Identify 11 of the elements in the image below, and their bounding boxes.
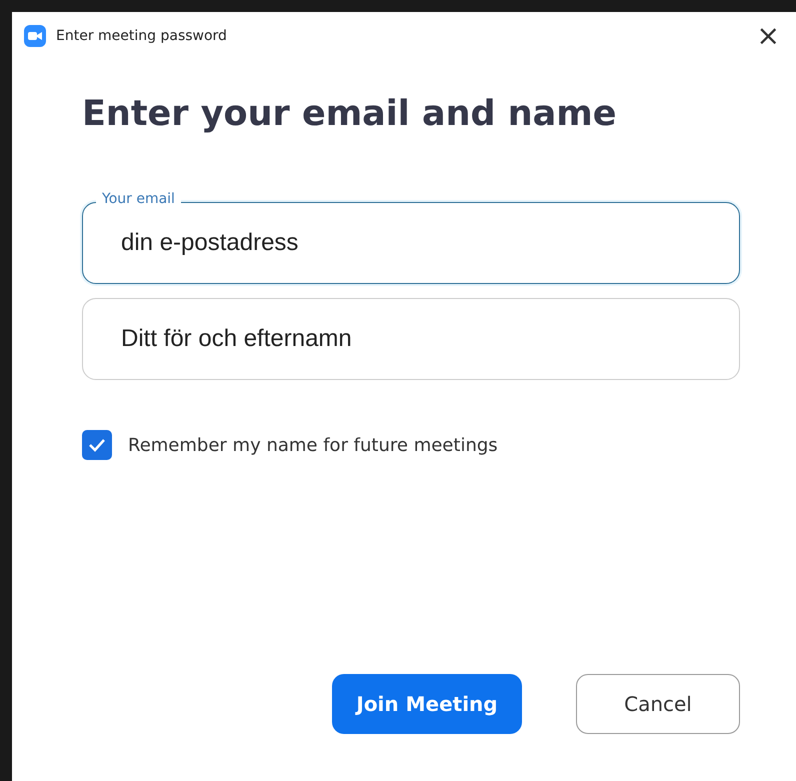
name-field[interactable]: Ditt för och efternamn xyxy=(82,298,740,380)
checkmark-icon xyxy=(88,438,106,452)
checkbox[interactable] xyxy=(82,430,112,460)
cancel-button[interactable]: Cancel xyxy=(576,674,740,734)
dialog-heading: Enter your email and name xyxy=(82,94,618,134)
checkbox-label: Remember my name for future meetings xyxy=(128,434,498,456)
video-camera-icon xyxy=(24,25,46,47)
window-title: Enter meeting password xyxy=(56,28,228,44)
close-button[interactable]: × xyxy=(752,22,784,50)
email-field[interactable]: din e-postadress xyxy=(82,202,740,284)
join-button[interactable]: Join Meeting xyxy=(332,674,522,734)
